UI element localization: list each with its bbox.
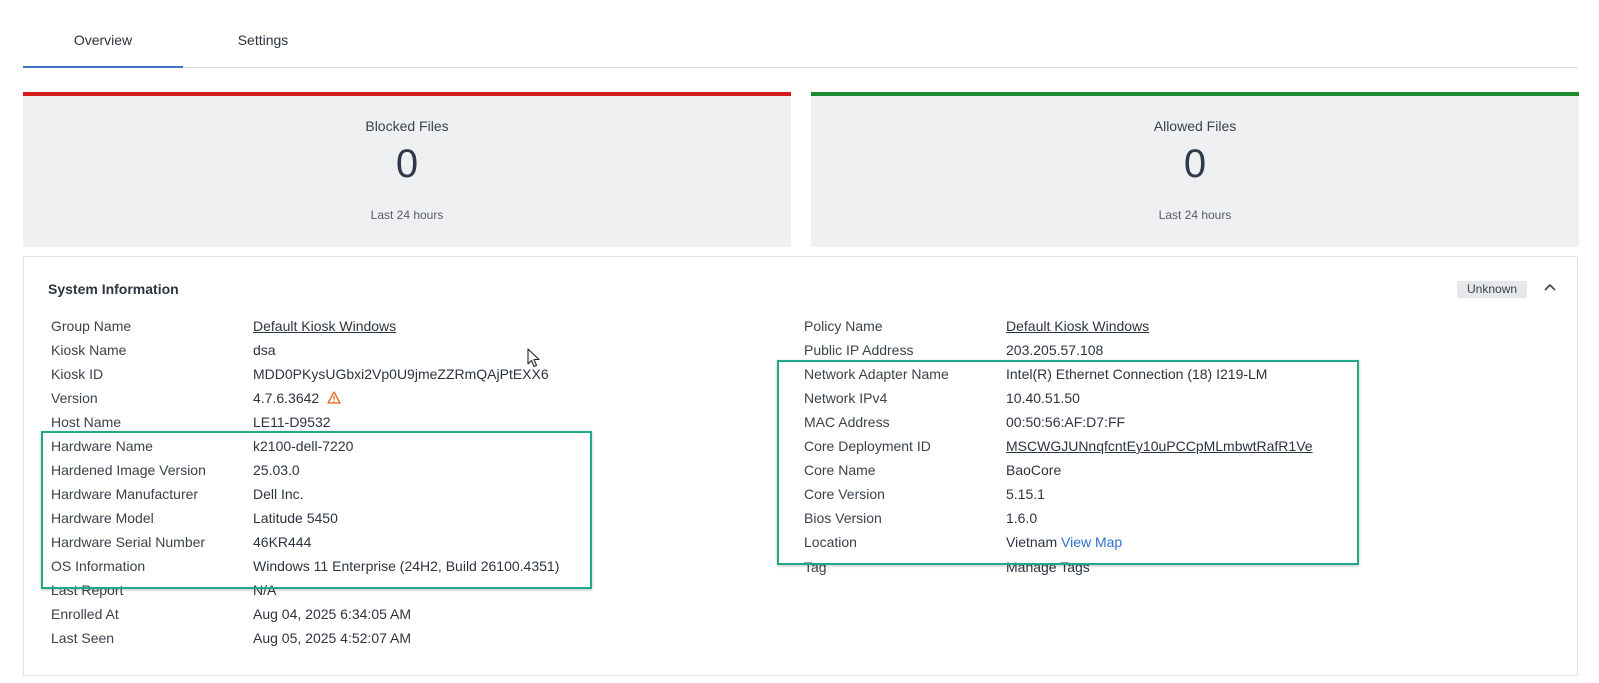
hardware-name-value: k2100-dell-7220 — [253, 438, 354, 454]
host-name-value: LE11-D9532 — [253, 414, 331, 430]
enrolled-at-label: Enrolled At — [51, 606, 119, 622]
network-adapter-value: Intel(R) Ethernet Connection (18) I219-L… — [1006, 366, 1268, 382]
core-name-value: BaoCore — [1006, 462, 1062, 478]
blocked-files-card: Blocked Files 0 Last 24 hours — [23, 92, 791, 247]
last-seen-value: Aug 05, 2025 4:52:07 AM — [253, 630, 412, 646]
group-name-label: Group Name — [51, 318, 132, 334]
last-seen-label: Last Seen — [51, 630, 115, 646]
enrolled-at-value: Aug 04, 2025 6:34:05 AM — [253, 606, 412, 622]
blocked-files-period: Last 24 hours — [370, 208, 444, 222]
tab-bar: Overview Settings — [23, 0, 1578, 68]
location-label: Location — [804, 534, 857, 550]
mac-address-value: 00:50:56:AF:D7:FF — [1006, 414, 1126, 430]
warning-triangle-icon[interactable] — [327, 391, 341, 404]
os-information-label: OS Information — [51, 558, 146, 574]
blocked-files-count: 0 — [395, 142, 419, 186]
hardware-name-label: Hardware Name — [51, 438, 153, 454]
location-value: Vietnam — [1006, 534, 1058, 550]
tab-overview[interactable]: Overview — [23, 32, 183, 68]
hardware-manufacturer-value: Dell Inc. — [253, 486, 304, 502]
tab-settings-label: Settings — [237, 32, 289, 48]
chevron-up-icon[interactable] — [1541, 278, 1559, 296]
bios-version-value: 1.6.0 — [1006, 510, 1038, 526]
policy-name-label: Policy Name — [804, 318, 883, 334]
allowed-files-count: 0 — [1183, 142, 1207, 186]
hardened-image-version-value: 25.03.0 — [253, 462, 300, 478]
allowed-files-card: Allowed Files 0 Last 24 hours — [811, 92, 1579, 247]
network-ipv4-value: 10.40.51.50 — [1006, 390, 1080, 406]
core-deployment-id-link[interactable]: MSCWGJUNnqfcntEy10uPCCpMLmbwtRafR1Ve — [1006, 436, 1313, 456]
core-version-label: Core Version — [804, 486, 885, 502]
hardware-serial-number-value: 46KR444 — [253, 534, 312, 550]
public-ip-value: 203.205.57.108 — [1006, 342, 1104, 358]
policy-name-link[interactable]: Default Kiosk Windows — [1006, 316, 1149, 336]
hardened-image-version-label: Hardened Image Version — [51, 462, 206, 478]
mouse-cursor-icon — [527, 348, 540, 368]
public-ip-label: Public IP Address — [804, 342, 914, 358]
tag-label: Tag — [804, 559, 827, 575]
mac-address-label: MAC Address — [804, 414, 890, 430]
view-map-link[interactable]: View Map — [1061, 534, 1122, 550]
kiosk-id-value: MDD0PKysUGbxi2Vp0U9jmeZZRmQAjPtEXX6 — [253, 366, 549, 382]
hardware-model-label: Hardware Model — [51, 510, 154, 526]
last-report-value: N/A — [253, 582, 277, 598]
version-label: Version — [51, 390, 98, 406]
kiosk-name-value: dsa — [253, 342, 276, 358]
version-value: 4.7.6.3642 — [253, 390, 320, 406]
hardware-serial-number-label: Hardware Serial Number — [51, 534, 206, 550]
host-name-label: Host Name — [51, 414, 122, 430]
manage-tags-link[interactable]: Manage Tags — [1006, 557, 1090, 577]
network-ipv4-label: Network IPv4 — [804, 390, 888, 406]
last-report-label: Last Report — [51, 582, 124, 598]
core-deployment-id-label: Core Deployment ID — [804, 438, 931, 454]
network-adapter-label: Network Adapter Name — [804, 366, 949, 382]
tab-settings[interactable]: Settings — [183, 32, 343, 66]
os-information-value: Windows 11 Enterprise (24H2, Build 26100… — [253, 558, 560, 574]
version-value-wrap: 4.7.6.3642 — [253, 388, 341, 408]
kiosk-name-label: Kiosk Name — [51, 342, 127, 358]
blocked-files-title: Blocked Files — [365, 118, 449, 134]
core-name-label: Core Name — [804, 462, 876, 478]
kiosk-id-label: Kiosk ID — [51, 366, 104, 382]
hardware-model-value: Latitude 5450 — [253, 510, 338, 526]
hardware-manufacturer-label: Hardware Manufacturer — [51, 486, 199, 502]
status-badge: Unknown — [1457, 281, 1528, 298]
panel-title: System Information — [48, 281, 179, 297]
allowed-files-period: Last 24 hours — [1158, 208, 1232, 222]
tab-overview-label: Overview — [73, 32, 133, 48]
group-name-link[interactable]: Default Kiosk Windows — [253, 316, 396, 336]
location-value-wrap: Vietnam View Map — [1006, 532, 1122, 552]
core-version-value: 5.15.1 — [1006, 486, 1045, 502]
allowed-files-title: Allowed Files — [1153, 118, 1237, 134]
bios-version-label: Bios Version — [804, 510, 882, 526]
